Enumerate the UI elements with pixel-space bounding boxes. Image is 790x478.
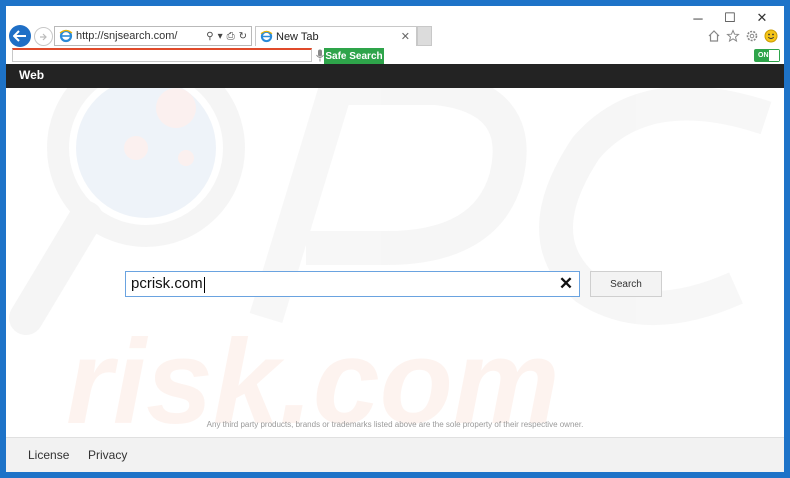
address-bar[interactable]: http://snjsearch.com/ ⚲ ▾ ⎙ ↻ xyxy=(54,26,252,46)
compat-view-icon[interactable]: ⎙ xyxy=(227,31,235,42)
star-icon[interactable] xyxy=(725,28,740,43)
chevron-down-icon[interactable]: ▾ xyxy=(218,31,223,42)
browser-window: ─ ☐ ✕ http://snjsearch.com/ ⚲ ▾ ⎙ ↻ New … xyxy=(6,6,784,472)
disclaimer-text: Any third party products, brands or trad… xyxy=(206,420,584,429)
close-window-button[interactable]: ✕ xyxy=(746,8,778,28)
new-tab-button[interactable] xyxy=(417,26,432,46)
ie-icon xyxy=(59,29,73,43)
refresh-icon[interactable]: ↻ xyxy=(239,31,247,42)
footer-license-link[interactable]: License xyxy=(28,448,69,462)
toggle-knob xyxy=(769,50,779,61)
safe-search-button[interactable]: Safe Search xyxy=(324,48,384,64)
gear-icon[interactable] xyxy=(744,28,759,43)
toggle-label: ON xyxy=(758,52,769,59)
nav-web-link[interactable]: Web xyxy=(19,68,44,82)
footer-privacy-link[interactable]: Privacy xyxy=(88,448,127,462)
minimize-button[interactable]: ─ xyxy=(682,8,714,28)
top-nav-bar: Web xyxy=(6,64,784,88)
arrow-left-icon xyxy=(13,30,26,42)
window-controls: ─ ☐ ✕ xyxy=(682,8,778,28)
toolbar-toggle[interactable]: ON xyxy=(754,49,780,62)
browser-right-icons xyxy=(706,28,778,43)
search-input[interactable]: pcrisk.com ✕ xyxy=(125,271,580,297)
ie-icon xyxy=(260,30,273,43)
forward-button[interactable] xyxy=(34,27,53,46)
search-input-value[interactable]: pcrisk.com xyxy=(126,275,553,293)
smiley-icon[interactable] xyxy=(763,28,778,43)
home-icon[interactable] xyxy=(706,28,721,43)
arrow-right-icon xyxy=(40,33,47,40)
search-button[interactable]: Search xyxy=(590,271,662,297)
extension-toolbar: Safe Search ON xyxy=(6,48,784,64)
toolbar-search-input[interactable] xyxy=(12,48,312,62)
search-icon[interactable]: ⚲ xyxy=(206,31,213,42)
watermark-graphic: risk.com xyxy=(9,88,772,437)
main-page: risk.com pcrisk.com ✕ Search Any third p… xyxy=(6,88,784,437)
svg-text:risk.com: risk.com xyxy=(66,315,560,437)
address-tools: ⚲ ▾ ⎙ ↻ xyxy=(206,31,251,42)
address-url[interactable]: http://snjsearch.com/ xyxy=(76,30,206,42)
tab-label: New Tab xyxy=(276,30,319,43)
page-footer: License Privacy xyxy=(6,437,784,472)
back-button[interactable] xyxy=(9,25,31,47)
tab-close-button[interactable]: ✕ xyxy=(401,30,416,43)
tab-new-tab[interactable]: New Tab ✕ xyxy=(255,26,417,46)
maximize-button[interactable]: ☐ xyxy=(714,8,746,28)
clear-icon[interactable]: ✕ xyxy=(553,274,579,294)
